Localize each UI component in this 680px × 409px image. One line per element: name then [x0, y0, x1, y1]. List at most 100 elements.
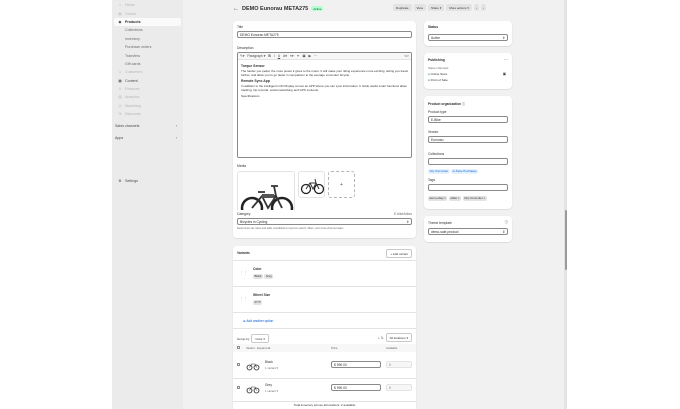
sidebar-item-transfers[interactable]: Transfers [112, 51, 183, 59]
share-label: Share [430, 5, 439, 10]
select-all-checkbox[interactable] [237, 346, 240, 349]
magic-icon[interactable]: ✎▾ [240, 54, 244, 58]
sidebar-item-home[interactable]: ⌂ Home [112, 1, 183, 9]
row-checkbox[interactable] [237, 363, 240, 366]
previous-product-button[interactable]: ‹ [473, 4, 479, 11]
sidebar-item-label: Purchase orders [125, 45, 152, 50]
category-value: Bicycles in Cycling [240, 219, 268, 224]
underline-icon[interactable]: U [278, 54, 280, 58]
collections-input[interactable] [428, 158, 508, 165]
option-value: 27.5" [253, 299, 263, 305]
add-variant-button[interactable]: + Add variant [386, 249, 412, 258]
publishing-label: Publishing [428, 58, 445, 62]
sidebar-item-orders[interactable]: ▤ Orders [112, 9, 183, 17]
calendar-icon[interactable]: ▣ [503, 72, 506, 76]
more-horizontal-icon[interactable]: ⋯ [504, 57, 508, 62]
locations-select[interactable]: All locations ▾ [385, 333, 412, 342]
chevron-down-icon: ▾ [276, 389, 278, 393]
table-row[interactable]: Grey 1 variant ▾ $ 990.00 0 [233, 377, 416, 401]
tag-label: ebike [450, 196, 458, 200]
tags-input[interactable] [428, 184, 508, 191]
product-tag[interactable]: demo-ebay × [428, 195, 448, 201]
drag-handle-icon[interactable]: ⋮⋮ [240, 297, 247, 301]
product-type-input[interactable]: E-Bike [428, 116, 508, 123]
apps-section[interactable]: Apps › [112, 134, 183, 142]
vendor-input[interactable]: Eunorau [428, 136, 508, 143]
sidebar-item-content[interactable]: ▦ Content [112, 77, 183, 85]
variant-count[interactable]: 1 variant ▾ [265, 389, 278, 393]
price-input[interactable]: $ 990.00 [331, 361, 381, 368]
description-editor[interactable]: ✎▾ Paragraph ▾ B I U A▾ ≡▾ ⚭ ▣ ▶ ⋯ </> T… [237, 52, 412, 158]
more-actions-button[interactable]: More actions ▾ [446, 4, 472, 11]
organization-label: Product organization ⓘ [428, 101, 465, 106]
next-product-button[interactable]: › [480, 4, 486, 11]
align-icon[interactable]: ≡▾ [290, 54, 294, 58]
category-select[interactable]: Bicycles in Cycling ⇕ [237, 218, 412, 225]
sidebar-item-products[interactable]: ◈ Products [114, 17, 181, 27]
status-select[interactable]: Active ⇕ [428, 34, 508, 41]
collection-tag[interactable]: City Commuter [428, 168, 450, 174]
chevron-right-icon: › [175, 136, 177, 141]
code-icon[interactable]: </> [404, 54, 409, 58]
video-icon[interactable]: ▶ [308, 54, 311, 58]
col-price: Price [331, 346, 338, 350]
group-by-select[interactable]: Color ▾ [251, 334, 269, 343]
table-row[interactable]: Black 1 variant ▾ $ 990.00 0 [233, 354, 416, 378]
desc-heading: Torque Sensor [241, 64, 265, 68]
search-filter-icon[interactable]: ⌕ ⇅ [378, 336, 384, 340]
available-input[interactable]: 0 [386, 384, 412, 391]
available-input[interactable]: 0 [386, 361, 412, 368]
link-icon[interactable]: ⚭ [297, 54, 300, 58]
title-input[interactable]: DEMO Eunorau META275 [237, 31, 412, 38]
col-variant: Variant · Expand all [246, 346, 271, 350]
sidebar-item-gift-cards[interactable]: Gift cards [112, 60, 183, 68]
product-tag[interactable]: ebike × [448, 195, 462, 201]
page-scrollbar[interactable] [564, 0, 567, 409]
close-icon[interactable]: × [458, 196, 460, 200]
price-value: 990.00 [336, 385, 347, 390]
variant-count[interactable]: 1 variant ▾ [265, 366, 278, 370]
option-wheel-size[interactable]: ⋮⋮ Wheel Size 27.5" [237, 289, 412, 311]
paragraph-dropdown[interactable]: Paragraph ▾ [247, 54, 265, 58]
variants-card: Variants + Add variant ⋮⋮ Color Black Gre… [233, 246, 416, 409]
sales-channels-section[interactable]: Sales channels › [112, 122, 183, 130]
page-title: DEMO Eunorau META275 [242, 5, 309, 12]
bold-icon[interactable]: B [268, 54, 270, 58]
more-icon[interactable]: ⋯ [314, 54, 317, 58]
sidebar-item-analytics[interactable]: ▥ Analytics [112, 93, 183, 101]
view-button[interactable]: View [413, 4, 426, 11]
product-tag[interactable]: City Commuter × [462, 195, 487, 201]
tag-icon: ◈ [118, 19, 122, 24]
variant-thumbnail [246, 386, 260, 394]
page-scrollbar-thumb[interactable] [564, 210, 567, 270]
sidebar-item-finances[interactable]: ⌸ Finances [112, 85, 183, 93]
drag-handle-icon[interactable]: ⋮⋮ [240, 271, 247, 275]
sidebar-item-inventory[interactable]: Inventory [112, 35, 183, 43]
price-input[interactable]: $ 990.00 [331, 384, 381, 391]
share-button[interactable]: Share ▾ [427, 4, 445, 11]
option-color[interactable]: ⋮⋮ Color Black Grey [237, 263, 412, 285]
sidebar-item-customers[interactable]: ☺ Customers [112, 68, 183, 76]
vendor-label: Vendor [428, 130, 439, 134]
sidebar-item-purchase-orders[interactable]: Purchase orders [112, 43, 183, 51]
row-checkbox[interactable] [237, 386, 240, 389]
duplicate-button[interactable]: Duplicate [393, 4, 412, 11]
theme-template-select[interactable]: demo-sale-product ⇕ [428, 228, 508, 235]
close-icon[interactable]: × [444, 196, 446, 200]
text-color-icon[interactable]: A▾ [283, 54, 287, 58]
orders-icon: ▤ [118, 11, 122, 16]
image-icon[interactable]: ▣ [302, 54, 305, 58]
sidebar-item-collections[interactable]: Collections [112, 26, 183, 34]
media-thumbnail[interactable] [298, 171, 325, 198]
sidebar-item-discounts[interactable]: % Discounts [112, 110, 183, 118]
add-option-link[interactable]: ⊕ Add another option [243, 319, 273, 323]
collection-tag[interactable]: In-Store Purchases [451, 168, 479, 174]
italic-icon[interactable]: I [274, 54, 275, 58]
back-arrow-icon[interactable]: ← [233, 6, 239, 12]
group-by-row: Group by Color ▾ [237, 334, 269, 343]
close-icon[interactable]: × [483, 196, 485, 200]
add-media-button[interactable]: + [328, 171, 355, 198]
sidebar-item-settings[interactable]: ⚙ Settings [112, 177, 183, 185]
sidebar-item-marketing[interactable]: ◎ Marketing [112, 102, 183, 110]
description-label: Description [237, 46, 254, 50]
